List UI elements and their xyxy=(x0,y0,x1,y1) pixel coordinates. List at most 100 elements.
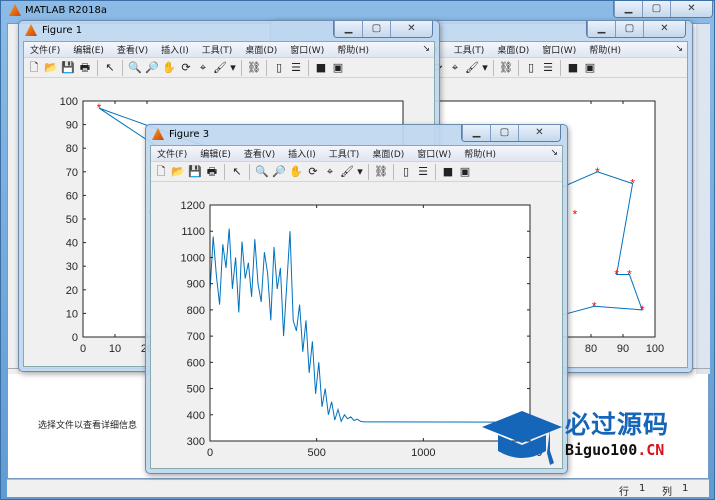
close-button[interactable]: ✕ xyxy=(518,125,560,141)
print-icon[interactable]: 🖶 xyxy=(78,61,92,75)
maximize-button[interactable]: ▢ xyxy=(642,1,670,17)
minimize-button[interactable]: ▁ xyxy=(614,1,642,17)
close-button[interactable]: ✕ xyxy=(670,1,712,17)
menu-item[interactable]: 窗口(W) xyxy=(417,147,451,160)
menu-item[interactable]: 插入(I) xyxy=(161,43,189,56)
hide-plot-tools-icon[interactable]: ■ xyxy=(566,61,580,75)
menu-item[interactable]: 帮助(H) xyxy=(589,43,621,56)
brush-icon[interactable]: 🖌 xyxy=(213,61,227,75)
new-file-icon[interactable]: 🗋 xyxy=(154,165,168,179)
separator xyxy=(224,163,225,180)
data-marker: * xyxy=(595,165,600,179)
zoom-out-icon[interactable]: 🔎 xyxy=(145,61,159,75)
dock-icon[interactable]: ↘ xyxy=(675,44,683,54)
new-file-icon[interactable]: 🗋 xyxy=(27,61,41,75)
pointer-icon[interactable]: ↖ xyxy=(103,61,117,75)
menu-item[interactable]: 文件(F) xyxy=(30,43,60,56)
colorbar-icon[interactable]: ▯ xyxy=(272,61,286,75)
brush-icon[interactable]: 🖌 xyxy=(465,61,479,75)
main-title: MATLAB R2018a xyxy=(9,4,107,16)
menu-item[interactable]: 窗口(W) xyxy=(290,43,324,56)
rotate-3d-icon[interactable]: ⟳ xyxy=(179,61,193,75)
menu-item[interactable]: 帮助(H) xyxy=(337,43,369,56)
colorbar-icon[interactable]: ▯ xyxy=(524,61,538,75)
menu-item[interactable]: 工具(T) xyxy=(329,147,360,160)
separator xyxy=(393,163,394,180)
brush-icon[interactable]: 🖌 xyxy=(340,165,354,179)
right-panel xyxy=(696,24,710,374)
show-plot-tools-icon[interactable]: ▣ xyxy=(331,61,345,75)
link-plot-icon[interactable]: ⛓ xyxy=(247,61,261,75)
show-plot-tools-icon[interactable]: ▣ xyxy=(583,61,597,75)
zoom-in-icon[interactable]: 🔍 xyxy=(128,61,142,75)
x-tick-label: 90 xyxy=(617,343,629,355)
dock-icon[interactable]: ↘ xyxy=(422,44,430,54)
pan-icon[interactable]: ✋ xyxy=(162,61,176,75)
save-icon[interactable]: 💾 xyxy=(61,61,75,75)
pointer-icon[interactable]: ↖ xyxy=(230,165,244,179)
link-plot-icon[interactable]: ⛓ xyxy=(374,165,388,179)
y-tick-label: 700 xyxy=(187,331,205,343)
dock-icon[interactable]: ↘ xyxy=(550,148,558,158)
figure-1-controls: ▁ ▢ ✕ xyxy=(333,21,433,38)
menu-item[interactable]: 桌面(D) xyxy=(497,43,529,56)
legend-icon[interactable]: ☰ xyxy=(541,61,555,75)
y-tick-label: 30 xyxy=(66,261,78,273)
menu-item[interactable]: 窗口(W) xyxy=(542,43,576,56)
col-value: 1 xyxy=(682,483,689,494)
figure-2-controls: ▁ ▢ ✕ xyxy=(586,21,686,38)
close-button[interactable]: ✕ xyxy=(643,21,685,37)
open-icon[interactable]: 📂 xyxy=(171,165,185,179)
print-icon[interactable]: 🖶 xyxy=(205,165,219,179)
separator xyxy=(122,59,123,76)
zoom-in-icon[interactable]: 🔍 xyxy=(255,165,269,179)
menu-item[interactable]: 工具(T) xyxy=(202,43,233,56)
separator xyxy=(560,59,561,76)
maximize-button[interactable]: ▢ xyxy=(490,125,518,141)
menu-item[interactable]: 桌面(D) xyxy=(372,147,404,160)
open-icon[interactable]: 📂 xyxy=(44,61,58,75)
data-cursor-icon[interactable]: ⌖ xyxy=(196,61,210,75)
rotate-3d-icon[interactable]: ⟳ xyxy=(306,165,320,179)
hide-plot-tools-icon[interactable]: ■ xyxy=(441,165,455,179)
menu-item[interactable]: 文件(F) xyxy=(157,147,187,160)
data-cursor-icon[interactable]: ⌖ xyxy=(448,61,462,75)
data-cursor-icon[interactable]: ⌖ xyxy=(323,165,337,179)
save-icon[interactable]: 💾 xyxy=(188,165,202,179)
pan-icon[interactable]: ✋ xyxy=(289,165,303,179)
minimize-button[interactable]: ▁ xyxy=(462,125,490,141)
menu-item[interactable]: 帮助(H) xyxy=(464,147,496,160)
menu-bar: 文件(F) 编辑(E) 查看(V) 插入(I) 工具(T) 桌面(D) 窗口(W) 帮助(H)… xyxy=(24,42,434,58)
show-plot-tools-icon[interactable]: ▣ xyxy=(458,165,472,179)
y-tick-label: 10 xyxy=(66,308,78,320)
legend-icon[interactable]: ☰ xyxy=(416,165,430,179)
brush-dropdown-icon[interactable]: ▾ xyxy=(482,61,488,75)
menu-item[interactable]: 查看(V) xyxy=(244,147,275,160)
legend-icon[interactable]: ☰ xyxy=(289,61,303,75)
menu-item[interactable]: 编辑(E) xyxy=(73,43,104,56)
x-tick-label: 100 xyxy=(646,343,664,355)
menu-item[interactable]: 工具(T) xyxy=(454,43,485,56)
brush-dropdown-icon[interactable]: ▾ xyxy=(230,61,236,75)
hide-plot-tools-icon[interactable]: ■ xyxy=(314,61,328,75)
close-button[interactable]: ✕ xyxy=(390,21,432,37)
maximize-button[interactable]: ▢ xyxy=(615,21,643,37)
status-bar: 行 1 列 1 xyxy=(7,479,709,498)
maximize-button[interactable]: ▢ xyxy=(362,21,390,37)
menu-item[interactable]: 桌面(D) xyxy=(245,43,277,56)
zoom-out-icon[interactable]: 🔎 xyxy=(272,165,286,179)
menu-item[interactable]: 查看(V) xyxy=(117,43,148,56)
y-tick-label: 70 xyxy=(66,167,78,179)
figure-1-title: Figure 1 xyxy=(25,24,82,36)
main-window-controls: ▁ ▢ ✕ xyxy=(613,1,713,18)
row-value: 1 xyxy=(639,483,646,494)
menu-item[interactable]: 编辑(E) xyxy=(200,147,231,160)
col-label: 列 xyxy=(662,487,672,498)
brush-dropdown-icon[interactable]: ▾ xyxy=(357,165,363,179)
link-plot-icon[interactable]: ⛓ xyxy=(499,61,513,75)
colorbar-icon[interactable]: ▯ xyxy=(399,165,413,179)
minimize-button[interactable]: ▁ xyxy=(334,21,362,37)
menu-item[interactable]: 插入(I) xyxy=(288,147,316,160)
y-tick-label: 400 xyxy=(187,410,205,422)
minimize-button[interactable]: ▁ xyxy=(587,21,615,37)
